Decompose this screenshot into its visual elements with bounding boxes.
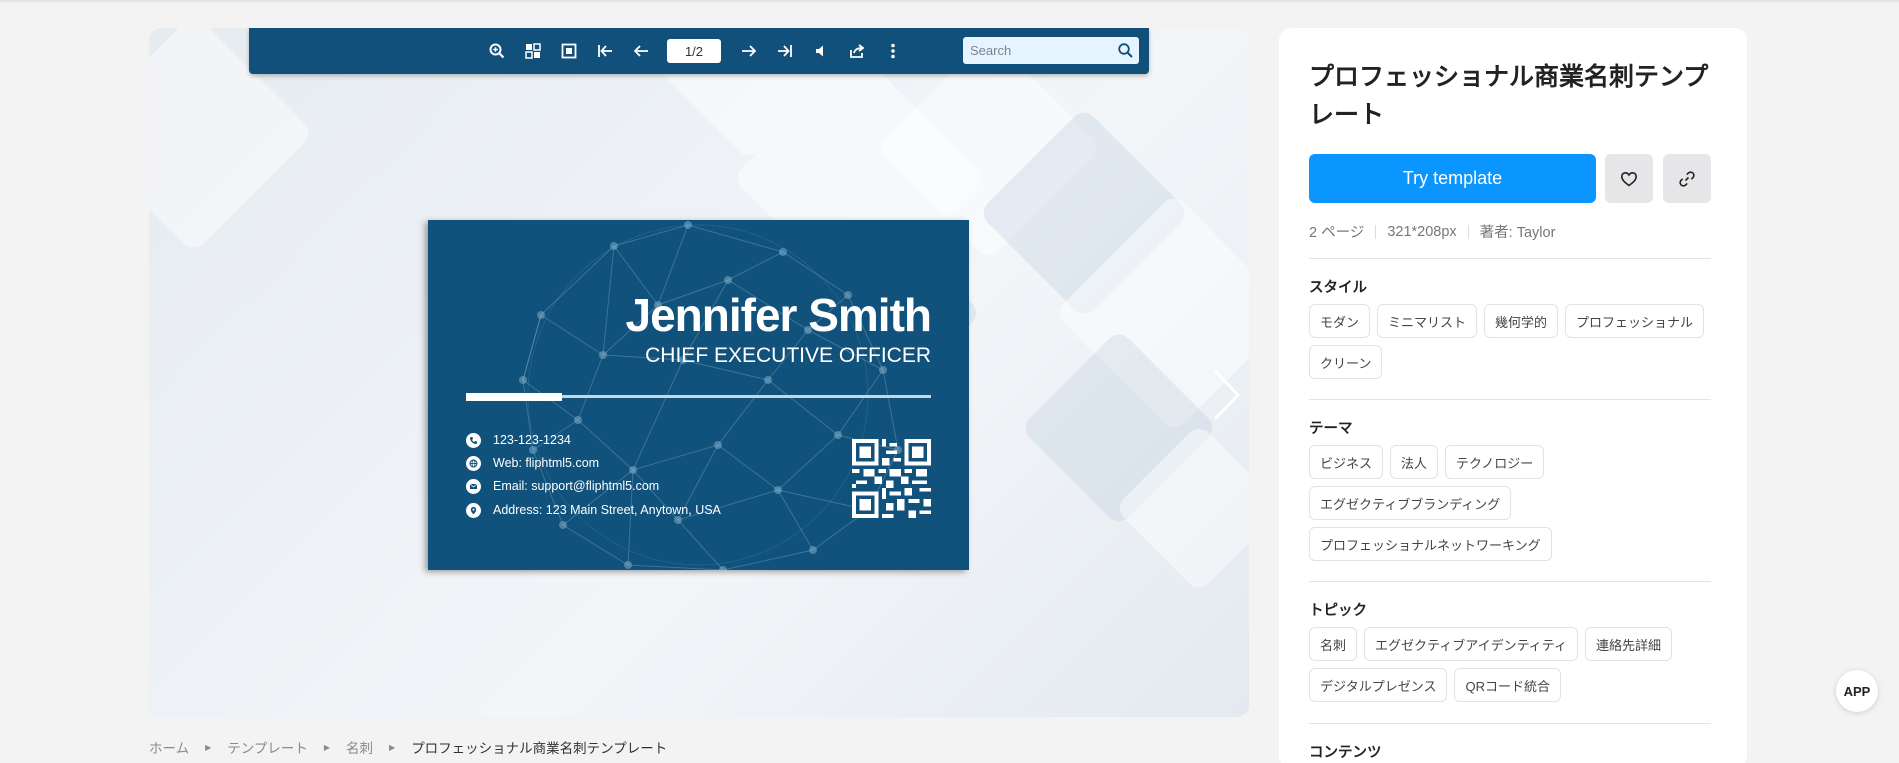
card-job-title: CHIEF EXECUTIVE OFFICER [645,344,931,367]
style-section-title: スタイル [1309,280,1367,296]
card-address: Address: 123 Main Street, Anytown, USA [466,502,721,518]
app-button[interactable]: APP [1836,670,1878,712]
copy-link-button[interactable] [1663,154,1711,203]
try-template-button[interactable]: Try template [1309,154,1596,203]
card-email: Email: support@fliphtml5.com [466,478,659,494]
viewer-toolbar [249,28,1149,74]
first-page-icon[interactable] [594,40,616,62]
style-tags: モダン ミニマリスト 幾何学的 プロフェッショナル クリーン [1309,304,1719,379]
card-phone-text: 123-123-1234 [493,433,571,447]
topic-section-title: トピック [1309,603,1367,619]
card-name: Jennifer Smith [625,289,932,341]
fullscreen-icon[interactable] [558,40,580,62]
breadcrumb: ホーム ▶ テンプレート ▶ 名刺 ▶ プロフェッショナル商業名刺テンプレート [149,737,667,757]
meta-divider [1467,224,1469,239]
page-number-input[interactable] [667,39,721,63]
heart-icon [1620,171,1638,186]
previous-page-icon[interactable] [630,40,652,62]
phone-icon [466,432,481,448]
breadcrumb-current: プロフェッショナル商業名刺テンプレート [411,741,668,756]
next-page-icon[interactable] [738,40,760,62]
section-divider [1309,723,1711,724]
tag-theme[interactable]: プロフェッショナルネットワーキング [1309,527,1552,561]
card-phone: 123-123-1234 [466,432,571,448]
contents-section-title: コンテンツ [1309,745,1382,761]
breadcrumb-templates[interactable]: テンプレート [227,737,308,757]
page-count: 2 ページ [1309,225,1365,241]
section-divider [1309,581,1711,582]
card-divider-accent [466,393,562,401]
globe-icon [466,455,481,471]
share-icon[interactable] [846,40,868,62]
more-options-icon[interactable] [882,40,904,62]
breadcrumb-separator-icon: ▶ [389,742,396,752]
search-input[interactable] [963,37,1113,64]
location-pin-icon [466,502,481,518]
sound-icon[interactable] [810,40,832,62]
next-page-arrow-icon[interactable] [1212,368,1242,422]
zoom-in-icon[interactable] [486,40,508,62]
template-details-panel: プロフェッショナル商業名刺テンプレート Try template 2 ページ 3… [1279,28,1747,763]
tag-topic[interactable]: 連絡先詳細 [1585,627,1673,661]
qr-code [852,439,931,518]
thumbnails-icon[interactable] [522,40,544,62]
template-author: 著者: Taylor [1479,225,1556,241]
section-divider [1309,399,1711,400]
card-email-text: Email: support@fliphtml5.com [493,479,660,493]
email-icon [466,478,481,494]
last-page-icon[interactable] [774,40,796,62]
template-title: プロフェッショナル商業名刺テンプレート [1309,63,1709,129]
link-icon [1679,170,1695,187]
breadcrumb-category[interactable]: 名刺 [346,737,373,757]
business-card-page: Jennifer Smith CHIEF EXECUTIVE OFFICER 1… [428,220,969,570]
section-divider [1309,258,1711,259]
tag-topic[interactable]: エグゼクティブアイデンティティ [1364,627,1579,661]
card-web-text: Web: fliphtml5.com [493,456,600,470]
card-web: Web: fliphtml5.com [466,455,599,471]
tag-topic[interactable]: QRコード統合 [1454,668,1561,702]
breadcrumb-separator-icon: ▶ [323,742,331,752]
tag-theme[interactable]: ビジネス [1309,445,1384,479]
topic-tags: 名刺 エグゼクティブアイデンティティ 連絡先詳細 デジタルプレゼンス QRコード… [1309,627,1719,702]
tag-topic[interactable]: 名刺 [1309,627,1358,661]
theme-tags: ビジネス 法人 テクノロジー エグゼクティブブランディング プロフェッショナルネ… [1309,445,1719,561]
template-size: 321*208px [1387,223,1457,240]
favorite-button[interactable] [1605,154,1653,203]
theme-section-title: テーマ [1309,421,1353,437]
breadcrumb-separator-icon: ▶ [205,742,212,752]
card-address-text: Address: 123 Main Street, Anytown, USA [493,503,721,517]
flipbook-viewer[interactable]: Jennifer Smith CHIEF EXECUTIVE OFFICER 1… [149,28,1249,717]
tag-style[interactable]: クリーン [1309,345,1383,379]
tag-theme[interactable]: テクノロジー [1445,445,1545,479]
viewer-search [963,37,1139,64]
top-border [0,0,1899,2]
tag-style[interactable]: プロフェッショナル [1565,304,1705,338]
tag-theme[interactable]: エグゼクティブブランディング [1309,486,1512,520]
breadcrumb-home[interactable]: ホーム [149,737,189,757]
search-icon[interactable] [1117,42,1134,59]
meta-divider [1375,224,1377,239]
tag-style[interactable]: 幾何学的 [1484,304,1559,338]
template-meta: 2 ページ 321*208px 著者: Taylor [1309,221,1555,242]
tag-theme[interactable]: 法人 [1390,445,1439,479]
tag-style[interactable]: ミニマリスト [1377,304,1478,338]
tag-style[interactable]: モダン [1309,304,1371,338]
tag-topic[interactable]: デジタルプレゼンス [1309,668,1448,702]
